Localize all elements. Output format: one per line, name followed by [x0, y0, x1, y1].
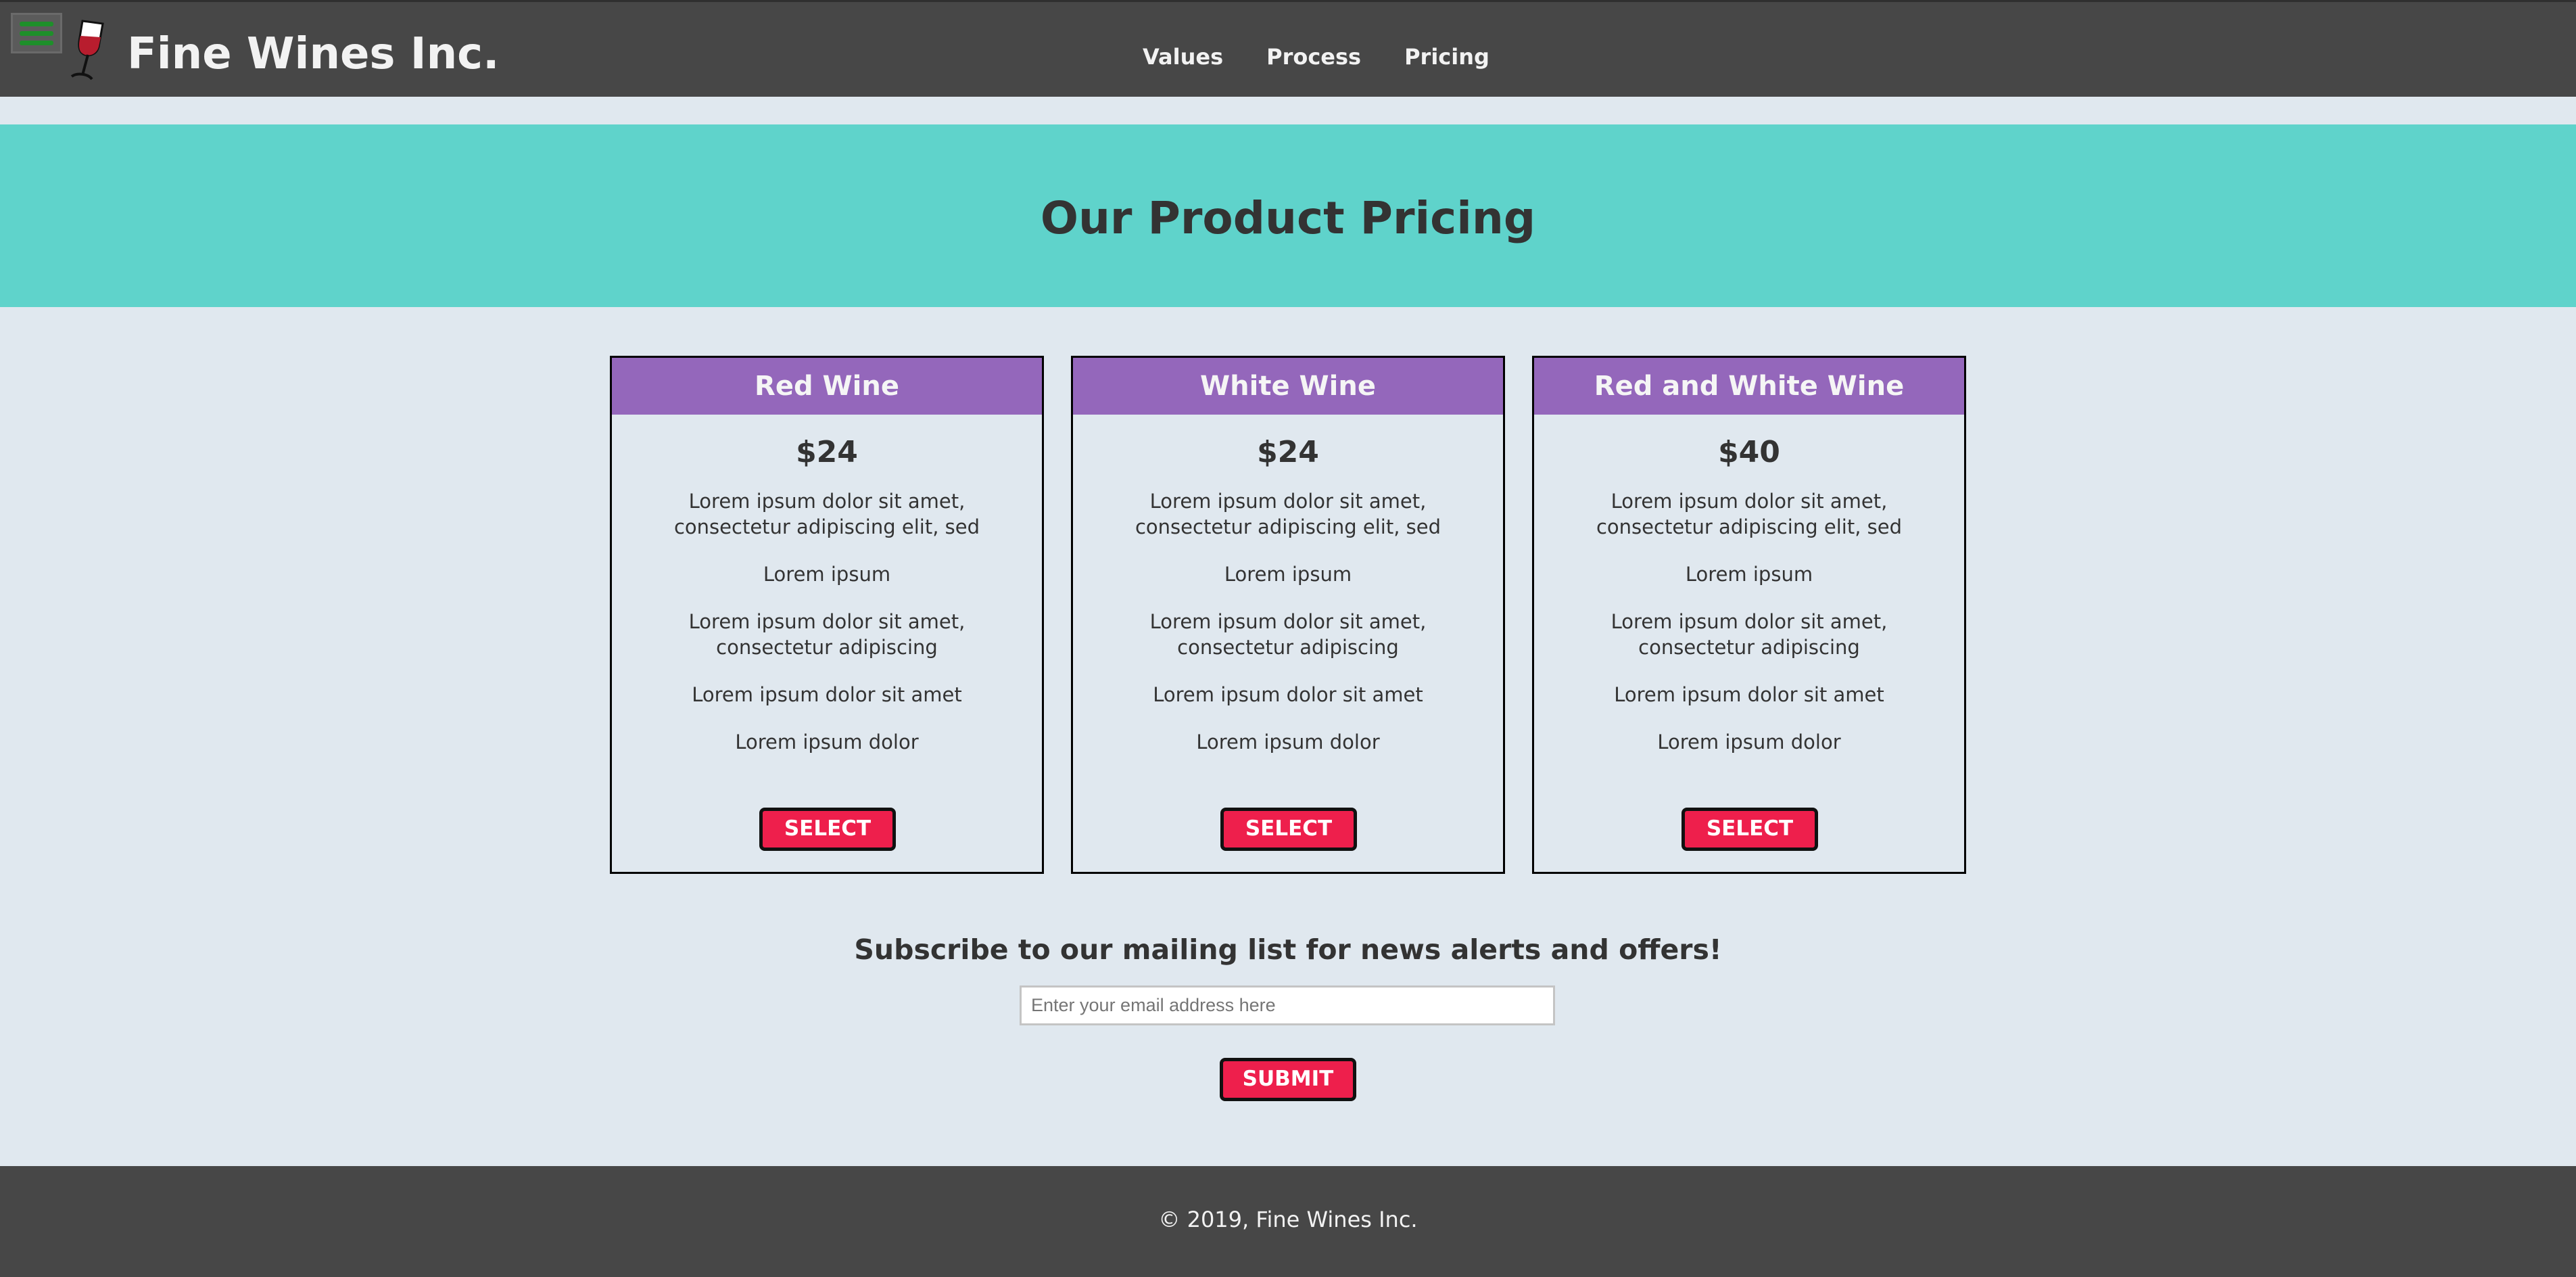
pricing-cards: Red Wine $24 Lorem ipsum dolor sit amet,…	[610, 356, 1966, 874]
nav-values[interactable]: Values	[1143, 44, 1223, 70]
pricing-card-red-wine: Red Wine $24 Lorem ipsum dolor sit amet,…	[610, 356, 1044, 874]
card-title: White Wine	[1073, 358, 1503, 415]
copyright-text: © 2019, Fine Wines Inc.	[1158, 1207, 1418, 1232]
feature-item: Lorem ipsum dolor sit amet	[692, 683, 962, 706]
feature-item: Lorem ipsum dolor	[1657, 730, 1841, 753]
pricing-card-white-wine: White Wine $24 Lorem ipsum dolor sit ame…	[1071, 356, 1505, 874]
feature-item: Lorem ipsum dolor sit amet	[1614, 683, 1884, 706]
feature-item: Lorem ipsum dolor sit amet, consectetur …	[1135, 490, 1441, 538]
menu-bar	[20, 22, 53, 26]
feature-item: Lorem ipsum dolor sit amet	[1153, 683, 1423, 706]
hero-banner: Our Product Pricing	[0, 124, 2576, 307]
pricing-card-red-and-white-wine: Red and White Wine $40 Lorem ipsum dolor…	[1532, 356, 1966, 874]
site-footer: © 2019, Fine Wines Inc.	[0, 1166, 2576, 1277]
feature-item: Lorem ipsum dolor sit amet, consectetur …	[1611, 610, 1888, 659]
site-header: Fine Wines Inc. Values Process Pricing	[0, 0, 2576, 97]
menu-bar	[20, 41, 53, 45]
feature-item: Lorem ipsum	[763, 563, 891, 586]
card-price: $24	[796, 435, 858, 469]
feature-item: Lorem ipsum	[1224, 563, 1352, 586]
select-button[interactable]: SELECT	[1681, 808, 1818, 851]
site-title: Fine Wines Inc.	[127, 29, 500, 79]
menu-bar	[20, 31, 53, 36]
feature-item: Lorem ipsum dolor	[735, 730, 919, 753]
select-button[interactable]: SELECT	[759, 808, 896, 851]
submit-button[interactable]: SUBMIT	[1220, 1058, 1356, 1101]
feature-item: Lorem ipsum dolor sit amet, consectetur …	[1149, 610, 1427, 659]
subscribe-section: Subscribe to our mailing list for news a…	[0, 933, 2576, 1101]
feature-item: Lorem ipsum dolor sit amet, consectetur …	[1596, 490, 1902, 538]
main-nav: Values Process Pricing	[1143, 44, 1489, 70]
select-button[interactable]: SELECT	[1220, 808, 1357, 851]
card-price: $40	[1718, 435, 1780, 469]
wine-glass-icon	[70, 20, 104, 80]
card-title: Red and White Wine	[1534, 358, 1964, 415]
email-field[interactable]	[1020, 985, 1555, 1025]
feature-item: Lorem ipsum dolor	[1196, 730, 1380, 753]
page-title: Our Product Pricing	[1040, 192, 1536, 244]
feature-list: Lorem ipsum dolor sit amet, consectetur …	[1073, 488, 1503, 755]
hamburger-menu-icon[interactable]	[11, 13, 62, 53]
subscribe-title: Subscribe to our mailing list for news a…	[854, 933, 1722, 966]
feature-item: Lorem ipsum dolor sit amet, consectetur …	[673, 490, 980, 538]
feature-item: Lorem ipsum	[1685, 563, 1813, 586]
feature-list: Lorem ipsum dolor sit amet, consectetur …	[612, 488, 1042, 755]
card-price: $24	[1257, 435, 1319, 469]
card-title: Red Wine	[612, 358, 1042, 415]
feature-list: Lorem ipsum dolor sit amet, consectetur …	[1534, 488, 1964, 755]
feature-item: Lorem ipsum dolor sit amet, consectetur …	[688, 610, 965, 659]
nav-process[interactable]: Process	[1266, 44, 1361, 70]
nav-pricing[interactable]: Pricing	[1404, 44, 1489, 70]
